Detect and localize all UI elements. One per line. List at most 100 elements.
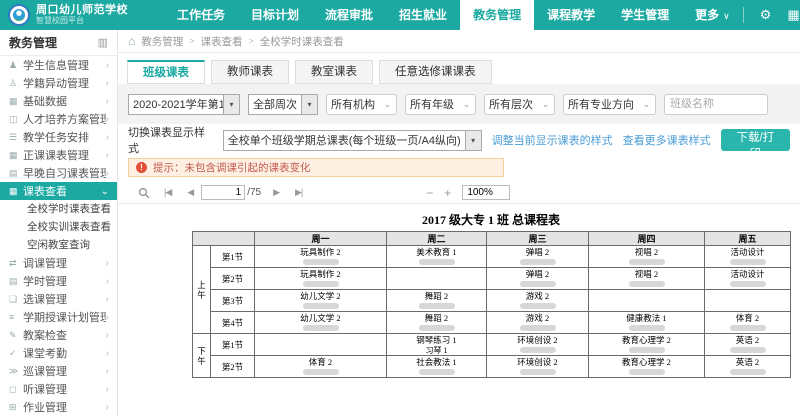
menu-item-goal-plan[interactable]: 目标计划 [238, 0, 312, 30]
level-select[interactable]: 所有层次⌄ [484, 94, 555, 115]
sidebar-item-lesson-plan-check[interactable]: ✎教案检查› [0, 326, 117, 344]
sidebar-subitem-free-classroom[interactable]: 空闲教室查询 [0, 236, 117, 254]
breadcrumb-item-current: 全校学时课表查看 [260, 34, 344, 49]
timetable: 周一 周二 周三 周四 周五 上午 第1节 玩具制作 2 美术教育 1 弹唱 2… [192, 231, 791, 378]
sidebar-item-label: 教学任务安排 [23, 129, 106, 145]
course-cell: 教育心理学 2 [589, 334, 705, 356]
report-settings-icon[interactable]: ⚙ [760, 7, 772, 23]
sidebar-item-hours-mgmt[interactable]: ▤学时管理› [0, 272, 117, 290]
sidebar-item-course-selection[interactable]: ❏选课管理› [0, 290, 117, 308]
redacted-name [520, 303, 556, 309]
chevron-right-icon: › [106, 330, 109, 341]
breadcrumb-item[interactable]: 教务管理 [141, 34, 183, 49]
menu-item-work-tasks[interactable]: 工作任务 [164, 0, 238, 30]
course-cell: 教育心理学 2 [589, 356, 705, 378]
course-cell: 环境创设 2 [487, 334, 589, 356]
sidebar-item-base-data[interactable]: ▦基础数据› [0, 92, 117, 110]
course-subtitle: 习琴 1 [387, 346, 486, 355]
more-styles-link[interactable]: 查看更多课表样式 [623, 132, 711, 148]
sidebar-item-course-adjust[interactable]: ⇄调课管理› [0, 254, 117, 272]
tab-classroom-schedule[interactable]: 教室课表 [295, 60, 373, 84]
grid-icon[interactable]: ▥ [98, 36, 108, 49]
style-select[interactable]: 全校单个班级学期总课表(每个班级一页/A4纵向)▾ [223, 130, 482, 151]
tab-elective-schedule[interactable]: 任意选修课课表 [379, 60, 492, 84]
chevron-right-icon: › [106, 276, 109, 287]
grade-select[interactable]: 所有年级⌄ [405, 94, 476, 115]
day-header: 周一 [255, 232, 387, 246]
zoom-in-button[interactable]: + [444, 186, 451, 200]
sidebar-subitem-school-hour-schedule[interactable]: 全校学时课表查看 [0, 200, 117, 218]
menu-item-more[interactable]: 更多∨ [682, 0, 743, 30]
table-icon: ▦ [9, 96, 23, 107]
sidebar-title: 教务管理 [9, 34, 57, 51]
course-cell: 活动设计 [705, 268, 791, 290]
course-cell: 游戏 2 [487, 312, 589, 334]
timetable-corner [193, 232, 255, 246]
topbar-actions: ⚙ ▦ [743, 7, 800, 23]
sidebar-subitem-training-schedule[interactable]: 全校实训课表查看 [0, 218, 117, 236]
sidebar-item-label: 学时管理 [23, 273, 106, 289]
course-cell [589, 290, 705, 312]
course-cell: 英语 2 [705, 356, 791, 378]
course-cell: 游戏 2 [487, 290, 589, 312]
first-page-button[interactable]: |◀ [156, 187, 179, 198]
last-page-button[interactable]: ▶| [287, 187, 310, 198]
sidebar-item-self-study-schedule[interactable]: ▤早晚自习课表管理› [0, 164, 117, 182]
sidebar-item-student-status[interactable]: ♙学籍异动管理› [0, 74, 117, 92]
adjust-style-link[interactable]: 调整当前显示课表的样式 [492, 132, 613, 148]
sidebar-item-talent-plan[interactable]: ◫人才培养方案管理› [0, 110, 117, 128]
qr-code-icon[interactable]: ▦ [787, 7, 799, 23]
course-cell: 幼儿文学 2 [255, 312, 387, 334]
major-select[interactable]: 所有专业方向⌄ [563, 94, 656, 115]
menu-item-academic-affairs[interactable]: 教务管理 [460, 0, 534, 30]
breadcrumb-item[interactable]: 课表查看 [201, 34, 243, 49]
menu-item-student-mgmt[interactable]: 学生管理 [608, 0, 682, 30]
menu-item-admissions[interactable]: 招生就业 [386, 0, 460, 30]
sidebar-item-course-schedule-mgmt[interactable]: ▦正课课表管理› [0, 146, 117, 164]
course-cell [255, 334, 387, 356]
sidebar-item-homework[interactable]: ⊞作业管理› [0, 398, 117, 416]
sidebar-item-label: 课堂考勤 [23, 345, 106, 361]
prev-page-button[interactable]: ◀ [179, 187, 201, 198]
zoom-input[interactable] [462, 185, 510, 200]
home-icon: ⌂ [128, 34, 135, 48]
semester-select[interactable]: 2020-2021学年第1▾ [128, 94, 240, 115]
sidebar-item-listening[interactable]: ◻听课管理› [0, 380, 117, 398]
week-select[interactable]: 全部周次▾ [248, 94, 318, 115]
sidebar-item-patrol[interactable]: ≫巡课管理› [0, 362, 117, 380]
tab-teacher-schedule[interactable]: 教师课表 [211, 60, 289, 84]
download-print-button[interactable]: 下载/打印 [721, 129, 790, 151]
document-plus-icon: ⊞ [9, 402, 23, 413]
redacted-name [419, 369, 455, 375]
main-content: ⌂ 教务管理 > 课表查看 > 全校学时课表查看 班级课表 教师课表 教室课表 … [118, 30, 800, 416]
period-label: 第2节 [211, 356, 255, 378]
tab-class-schedule[interactable]: 班级课表 [127, 60, 205, 84]
class-name-input[interactable] [664, 94, 768, 115]
sidebar-item-schedule-view[interactable]: ▦课表查看⌄ [0, 182, 117, 200]
redacted-name [419, 325, 455, 331]
sidebar-item-label: 学籍异动管理 [23, 75, 106, 91]
sidebar-item-teaching-tasks[interactable]: ☰教学任务安排› [0, 128, 117, 146]
sidebar-item-term-plan[interactable]: ≡学期授课计划管理› [0, 308, 117, 326]
swap-icon: ⇄ [9, 258, 23, 269]
chevron-down-icon: ⌄ [379, 99, 396, 110]
chevron-right-icon: › [106, 384, 109, 395]
period-label: 第1节 [211, 334, 255, 356]
zoom-controls: − + [426, 185, 510, 200]
select-arrow-icon: ▾ [223, 95, 239, 114]
report-toolbar: |◀ ◀ /75 ▶ ▶| − + [118, 182, 800, 204]
page-input[interactable] [201, 185, 245, 200]
menu-item-approval[interactable]: 流程审批 [312, 0, 386, 30]
period-label: 第2节 [211, 268, 255, 290]
schedule-icon: ▦ [9, 150, 23, 161]
sidebar-item-attendance[interactable]: ✓课堂考勤› [0, 344, 117, 362]
course-cell: 幼儿文学 2 [255, 290, 387, 312]
sidebar-item-student-info[interactable]: ♟学生信息管理› [0, 56, 117, 74]
chevron-right-icon: › [106, 60, 109, 71]
filter-bar: 2020-2021学年第1▾ 全部周次▾ 所有机构⌄ 所有年级⌄ 所有层次⌄ 所… [118, 84, 800, 124]
zoom-out-button[interactable]: − [426, 186, 433, 200]
org-select[interactable]: 所有机构⌄ [326, 94, 397, 115]
search-icon[interactable] [138, 187, 150, 199]
menu-item-course-teaching[interactable]: 课程教学 [534, 0, 608, 30]
next-page-button[interactable]: ▶ [265, 187, 287, 198]
